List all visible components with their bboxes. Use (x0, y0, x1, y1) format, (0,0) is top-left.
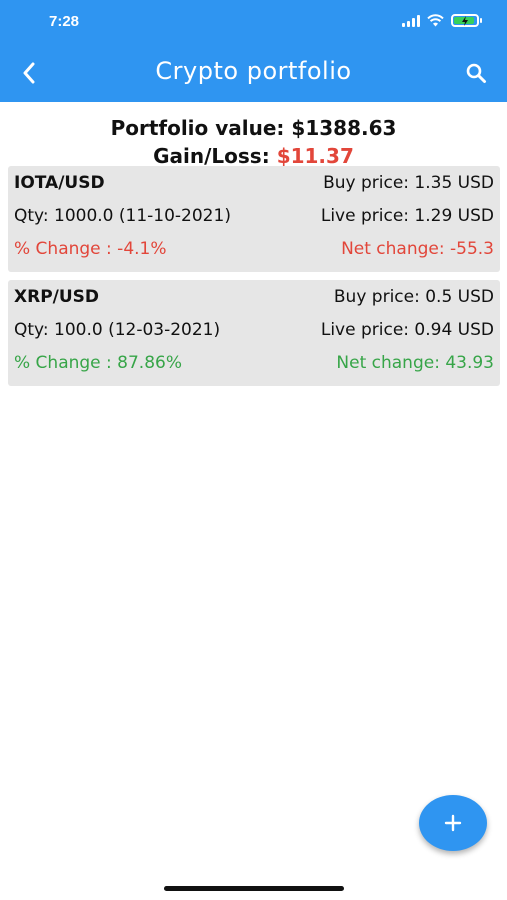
status-time: 7:28 (49, 13, 80, 30)
holding-card-iota[interactable]: IOTA/USD Buy price: 1.35 USD Qty: 1000.0… (8, 166, 500, 272)
search-button[interactable] (461, 58, 491, 88)
portfolio-value: $1388.63 (291, 116, 397, 140)
holding-card-xrp[interactable]: XRP/USD Buy price: 0.5 USD Qty: 100.0 (1… (8, 280, 500, 386)
holding-net-change: Net change: -55.3 (341, 239, 494, 259)
home-indicator[interactable] (164, 886, 344, 891)
holding-qty: Qty: 100.0 (12-03-2021) (14, 320, 221, 340)
holding-buy-price: Buy price: 0.5 USD (333, 287, 494, 307)
plus-icon (444, 814, 462, 832)
holding-live-price: Live price: 1.29 USD (320, 206, 494, 226)
status-icons (402, 14, 482, 27)
holding-qty: Qty: 1000.0 (11-10-2021) (14, 206, 231, 226)
battery-icon (451, 14, 482, 27)
portfolio-summary: Portfolio value: $1388.63 Gain/Loss: $11… (0, 114, 507, 170)
gain-loss-value: $11.37 (276, 144, 354, 168)
holding-net-change: Net change: 43.93 (336, 353, 494, 373)
cellular-signal-icon (402, 14, 420, 27)
search-icon (466, 63, 486, 83)
wifi-icon (427, 14, 444, 27)
holding-pair: XRP/USD (14, 287, 100, 307)
page-title: Crypto portfolio (155, 57, 352, 85)
holding-pair: IOTA/USD (14, 173, 105, 193)
status-bar: 7:28 (0, 0, 507, 44)
gain-loss-label: Gain/Loss: (153, 144, 270, 168)
holding-pct-change: % Change : 87.86% (14, 353, 182, 373)
app-bar: Crypto portfolio (0, 44, 507, 102)
portfolio-value-label: Portfolio value: (110, 116, 285, 140)
portfolio-value-line: Portfolio value: $1388.63 (0, 114, 507, 142)
holding-live-price: Live price: 0.94 USD (320, 320, 494, 340)
holding-pct-change: % Change : -4.1% (14, 239, 167, 259)
holding-buy-price: Buy price: 1.35 USD (323, 173, 494, 193)
add-holding-button[interactable] (419, 795, 487, 851)
